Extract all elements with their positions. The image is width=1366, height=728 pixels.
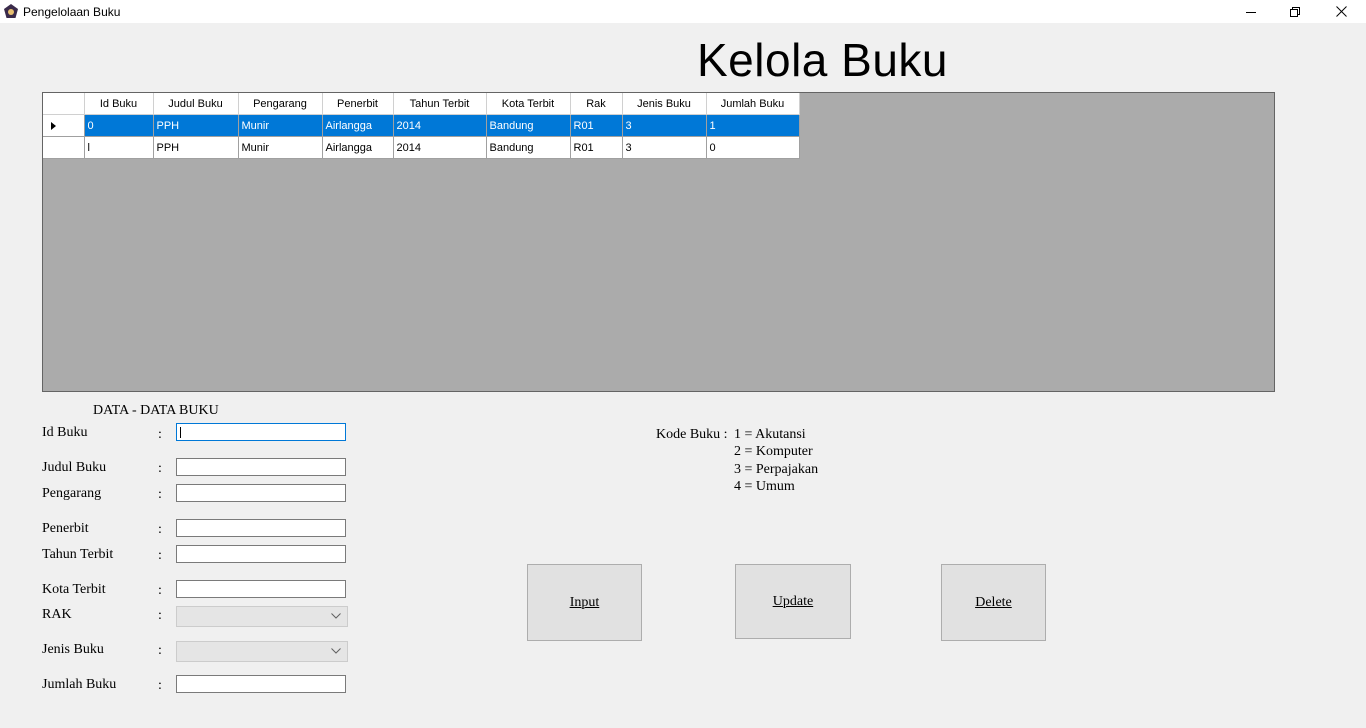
- table-cell[interactable]: Munir: [238, 136, 323, 159]
- books-table: Id Buku Judul Buku Pengarang Penerbit Ta…: [43, 93, 800, 159]
- penerbit-label: Penerbit: [42, 521, 89, 536]
- minimize-button[interactable]: [1228, 0, 1274, 23]
- kode-buku-item: 4 = Umum: [734, 479, 795, 494]
- table-cell[interactable]: 2014: [393, 114, 487, 137]
- colon-separator: :: [158, 548, 162, 563]
- jenis-buku-dropdown[interactable]: [176, 641, 348, 662]
- table-cell[interactable]: PPH: [153, 136, 239, 159]
- update-button-mnemonic: U: [772, 593, 783, 609]
- window-title: Pengelolaan Buku: [23, 5, 121, 19]
- close-button[interactable]: [1318, 0, 1364, 23]
- pengarang-label: Pengarang: [42, 486, 102, 501]
- minimize-icon: [1246, 11, 1256, 13]
- table-cell[interactable]: Bandung: [486, 114, 571, 137]
- input-button[interactable]: Input: [527, 564, 642, 641]
- table-row[interactable]: 0 PPH Munir Airlangga 2014 Bandung R01 3…: [43, 114, 800, 137]
- form-section-title: DATA - DATA BUKU: [93, 403, 219, 418]
- table-cell[interactable]: Airlangga: [322, 136, 394, 159]
- table-row[interactable]: l PPH Munir Airlangga 2014 Bandung R01 3…: [43, 136, 800, 159]
- books-data-grid[interactable]: Id Buku Judul Buku Pengarang Penerbit Ta…: [42, 92, 1275, 392]
- table-cell[interactable]: PPH: [153, 114, 239, 137]
- judul-buku-input[interactable]: [176, 458, 346, 476]
- chevron-down-icon: [331, 648, 341, 654]
- table-cell[interactable]: Bandung: [486, 136, 571, 159]
- table-header-row: Id Buku Judul Buku Pengarang Penerbit Ta…: [43, 93, 800, 115]
- column-header[interactable]: Pengarang: [238, 93, 323, 115]
- judul-buku-label: Judul Buku: [42, 460, 107, 475]
- kota-terbit-label: Kota Terbit: [42, 582, 106, 597]
- table-cell[interactable]: 3: [622, 136, 707, 159]
- column-header[interactable]: Jumlah Buku: [706, 93, 800, 115]
- rak-dropdown[interactable]: [176, 606, 348, 627]
- colon-separator: :: [158, 643, 162, 658]
- jenis-buku-label: Jenis Buku: [42, 642, 104, 657]
- pengarang-input[interactable]: [176, 484, 346, 502]
- restore-icon: [1290, 6, 1300, 17]
- colon-separator: :: [158, 461, 162, 476]
- colon-separator: :: [158, 583, 162, 598]
- table-cell[interactable]: 1: [706, 114, 800, 137]
- kode-buku-item: 1 = Akutansi: [734, 427, 806, 442]
- rak-label: RAK: [42, 607, 72, 622]
- kode-buku-item: 2 = Komputer: [734, 444, 813, 459]
- input-button-label: Input: [570, 595, 600, 611]
- table-cell[interactable]: 0: [84, 114, 154, 137]
- tahun-terbit-label: Tahun Terbit: [42, 547, 114, 562]
- table-cell[interactable]: Munir: [238, 114, 323, 137]
- id-buku-input[interactable]: [176, 423, 346, 441]
- column-header[interactable]: Jenis Buku: [622, 93, 707, 115]
- tahun-terbit-input[interactable]: [176, 545, 346, 563]
- table-cell[interactable]: Airlangga: [322, 114, 394, 137]
- colon-separator: :: [158, 678, 162, 693]
- close-icon: [1335, 6, 1347, 17]
- table-cell[interactable]: 3: [622, 114, 707, 137]
- kode-buku-item: 3 = Perpajakan: [734, 462, 819, 477]
- row-header[interactable]: [43, 136, 85, 159]
- colon-separator: :: [158, 427, 162, 442]
- window-titlebar: Pengelolaan Buku: [0, 0, 1366, 23]
- text-caret: [180, 427, 181, 438]
- table-cell[interactable]: 0: [706, 136, 800, 159]
- update-button[interactable]: Update: [735, 564, 851, 639]
- table-cell[interactable]: l: [84, 136, 154, 159]
- jumlah-buku-input[interactable]: [176, 675, 346, 693]
- delete-button-mnemonic: D: [975, 594, 986, 610]
- kode-buku-label: Kode Buku :: [656, 427, 728, 442]
- delete-button[interactable]: Delete: [941, 564, 1046, 641]
- column-header[interactable]: Rak: [570, 93, 623, 115]
- id-buku-label: Id Buku: [42, 425, 88, 440]
- app-icon: [4, 4, 18, 18]
- colon-separator: :: [158, 608, 162, 623]
- input-button-label-rest: nput: [574, 594, 600, 610]
- kota-terbit-input[interactable]: [176, 580, 346, 598]
- column-header[interactable]: Tahun Terbit: [393, 93, 487, 115]
- table-cell[interactable]: R01: [570, 114, 623, 137]
- colon-separator: :: [158, 522, 162, 537]
- restore-button[interactable]: [1272, 0, 1318, 23]
- delete-button-label-rest: elete: [985, 594, 1012, 610]
- update-button-label: Update: [773, 594, 813, 610]
- table-cell[interactable]: R01: [570, 136, 623, 159]
- column-header[interactable]: Kota Terbit: [486, 93, 571, 115]
- row-header[interactable]: [43, 114, 85, 137]
- column-header[interactable]: Penerbit: [322, 93, 394, 115]
- colon-separator: :: [158, 487, 162, 502]
- penerbit-input[interactable]: [176, 519, 346, 537]
- page-title: Kelola Buku: [697, 34, 948, 86]
- jumlah-buku-label: Jumlah Buku: [42, 677, 117, 692]
- chevron-down-icon: [331, 613, 341, 619]
- column-header[interactable]: Judul Buku: [153, 93, 239, 115]
- delete-button-label: Delete: [975, 595, 1012, 611]
- current-row-arrow-icon: [51, 121, 56, 130]
- update-button-label-rest: pdate: [782, 593, 814, 609]
- column-header[interactable]: Id Buku: [84, 93, 154, 115]
- table-cell[interactable]: 2014: [393, 136, 487, 159]
- row-header-corner: [43, 93, 85, 115]
